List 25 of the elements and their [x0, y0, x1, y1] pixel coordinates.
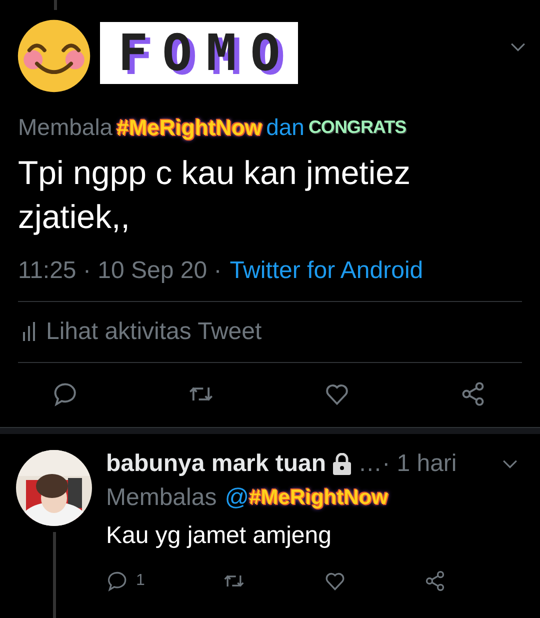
- hashtag-label: #MeRightNow: [249, 486, 388, 510]
- user-name[interactable]: babunya mark tuan: [106, 450, 326, 478]
- replying-to-label: Membalas: [106, 484, 217, 512]
- congrats-label: CONGRATS: [308, 117, 406, 138]
- share-icon[interactable]: [460, 381, 486, 407]
- tweet-text: Tpi ngpp c kau kan jmetiez zjatiek,,: [17, 153, 412, 237]
- share-icon[interactable]: [424, 570, 446, 592]
- mention-text[interactable]: @: [224, 484, 250, 512]
- reply-icon[interactable]: [52, 381, 78, 407]
- reply-timestamp: …· 1 hari: [358, 450, 457, 478]
- bar-chart-icon: [22, 322, 36, 342]
- chevron-down-icon[interactable]: [510, 42, 526, 52]
- smiling-face-icon: [16, 18, 92, 94]
- fomo-sticker: FOMO: [100, 22, 298, 84]
- reply-icon[interactable]: [106, 570, 128, 592]
- source-link[interactable]: Twitter for Android: [230, 257, 424, 285]
- tweet-activity-link[interactable]: Lihat aktivitas Tweet: [46, 318, 262, 346]
- hashtag-label: #MeRightNow: [116, 114, 262, 140]
- tweet-timestamp: 11:25 · 10 Sep 20 ·: [18, 257, 222, 285]
- reply-count: 1: [136, 572, 145, 590]
- replying-to-label: Membala: [18, 114, 113, 141]
- conjunction-text: dan: [266, 114, 304, 141]
- chevron-down-icon[interactable]: [502, 459, 518, 469]
- heart-icon[interactable]: [324, 570, 346, 592]
- reply-text: Kau yg jamet amjeng: [106, 522, 332, 550]
